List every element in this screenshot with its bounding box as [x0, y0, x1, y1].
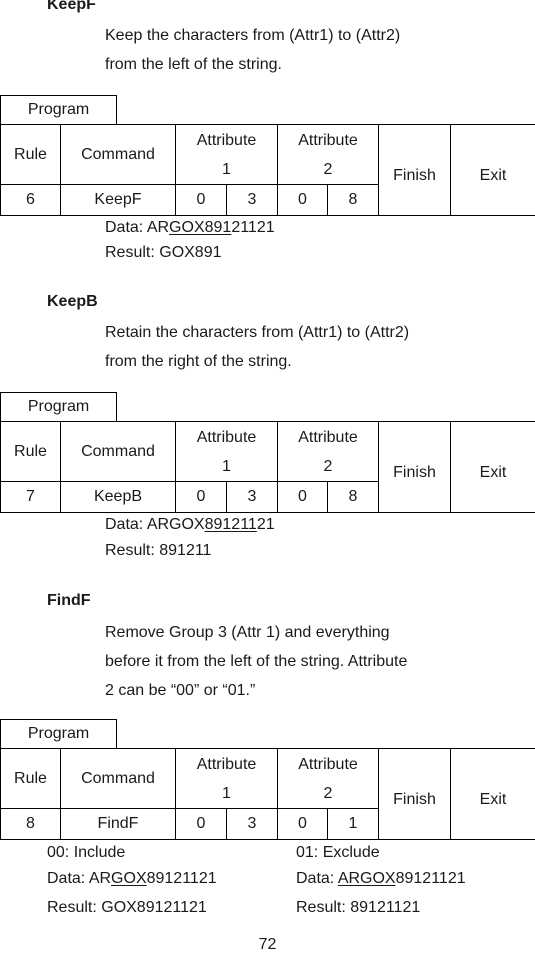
cell-attr2-b: 1 [327, 808, 379, 840]
header-exit: Exit [450, 421, 535, 513]
keepb-result-line: Result: 891211 [105, 542, 212, 559]
findf-exclude-data: Data: ARGOX89121121 [296, 870, 466, 887]
cell-attr2-a: 0 [277, 481, 328, 513]
findf-exclude-underlined: ARGOX [337, 870, 396, 887]
header-attribute-2: Attribute 2 [277, 421, 379, 482]
cell-attr2-a: 0 [277, 184, 328, 216]
header-rule: Rule [0, 124, 61, 185]
keepb-desc-line2: from the right of the string. [105, 353, 292, 370]
cell-rule: 6 [0, 184, 61, 216]
cell-attr2-a: 0 [277, 808, 328, 840]
findf-exclude-result: Result: 89121121 [296, 899, 421, 916]
keepf-command-table: Rule Command Attribute 1 Attribute 2 Finis… [0, 124, 535, 216]
cell-attr2-b: 8 [327, 184, 379, 216]
header-finish: Finish [378, 748, 451, 840]
cell-command: KeepB [60, 481, 176, 513]
keepf-desc-line1: Keep the characters from (Attr1) to (Att… [105, 27, 401, 44]
findf-desc-line2: before it from the left of the string. A… [105, 653, 408, 670]
findf-include-result: Result: GOX89121121 [47, 899, 207, 916]
keepb-desc-line1: Retain the characters from (Attr1) to (A… [105, 324, 410, 341]
keepf-desc-line2: from the left of the string. [105, 56, 282, 73]
findf-command-table: Rule Command Attribute 1 Attribute 2 Finis… [0, 748, 535, 840]
header-command: Command [60, 124, 176, 185]
header-rule: Rule [0, 421, 61, 482]
keepb-command-table: Rule Command Attribute 1 Attribute 2 Finis… [0, 421, 535, 513]
page-number: 72 [258, 936, 277, 953]
header-attribute-2: Attribute 2 [277, 124, 379, 185]
header-attribute-1: Attribute 1 [175, 748, 278, 809]
findf-exclude-title: 01: Exclude [296, 844, 380, 861]
keepb-data-underlined: 891211 [204, 516, 257, 533]
keepf-data-line: Data: ARGOX89121121 [105, 219, 275, 236]
keepb-heading: KeepB [47, 293, 98, 310]
header-rule: Rule [0, 748, 61, 809]
keepb-program-tab: Program [0, 392, 117, 421]
findf-include-title: 00: Include [47, 844, 126, 861]
cell-attr1-a: 0 [175, 184, 227, 216]
keepf-program-tab: Program [0, 95, 117, 124]
cell-attr1-a: 0 [175, 481, 227, 513]
keepf-heading: KeepF [47, 0, 96, 13]
keepb-data-line: Data: ARGOX89121121 [105, 516, 275, 533]
header-attribute-1: Attribute 1 [175, 421, 278, 482]
header-attribute-2: Attribute 2 [277, 748, 379, 809]
cell-command: FindF [60, 808, 176, 840]
header-finish: Finish [378, 421, 451, 513]
cell-command: KeepF [60, 184, 176, 216]
keepf-data-underlined: GOX891 [169, 219, 232, 236]
header-attribute-1: Attribute 1 [175, 124, 278, 185]
findf-include-underlined: GOX [111, 870, 147, 887]
findf-desc-line3: 2 can be “00” or “01.” [105, 682, 256, 699]
cell-attr1-a: 0 [175, 808, 227, 840]
cell-attr1-b: 3 [226, 808, 278, 840]
cell-attr2-b: 8 [327, 481, 379, 513]
findf-heading: FindF [47, 592, 91, 609]
findf-include-data: Data: ARGOX89121121 [47, 870, 217, 887]
keepf-result-line: Result: GOX891 [105, 244, 222, 261]
header-finish: Finish [378, 124, 451, 216]
header-command: Command [60, 421, 176, 482]
cell-attr1-b: 3 [226, 184, 278, 216]
findf-desc-line1: Remove Group 3 (Attr 1) and everything [105, 624, 390, 641]
cell-attr1-b: 3 [226, 481, 278, 513]
header-exit: Exit [450, 124, 535, 216]
header-command: Command [60, 748, 176, 809]
cell-rule: 8 [0, 808, 61, 840]
findf-program-tab: Program [0, 719, 117, 748]
cell-rule: 7 [0, 481, 61, 513]
header-exit: Exit [450, 748, 535, 840]
